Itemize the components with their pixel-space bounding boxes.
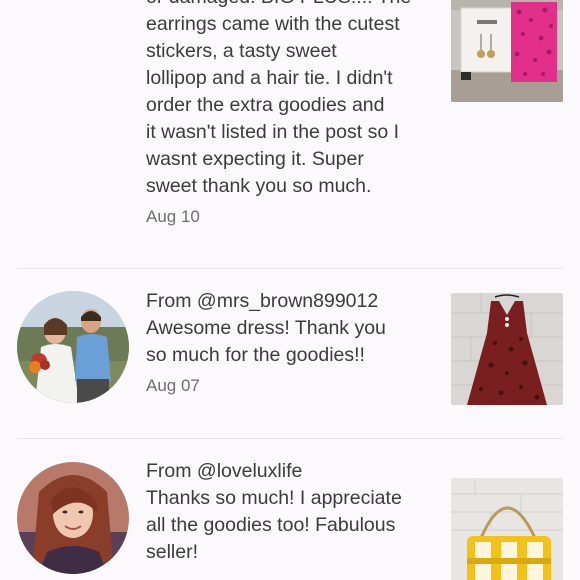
review-content: From @loveluxlife Thanks so much! I appr…	[146, 458, 431, 566]
review-product-thumbnail[interactable]	[451, 0, 563, 102]
review-text-line: wasnt expecting it. Super	[146, 148, 364, 170]
review-text-line: order the extra goodies and	[146, 94, 385, 116]
review-text-line: Awesome dress! Thank you	[146, 317, 386, 339]
divider	[17, 438, 563, 439]
review-product-thumbnail[interactable]	[451, 478, 563, 580]
review-text: Thanks so much! I appreciate all the goo…	[146, 485, 431, 566]
review-text-line: all the goodies too! Fabulous	[146, 514, 396, 536]
earrings-box-image	[451, 0, 563, 102]
review-text-line: stickers, a tasty sweet	[146, 40, 337, 62]
review-text-line: or damaged. BIG PLUS!!!! The	[146, 0, 431, 11]
review-author[interactable]: From @loveluxlife	[146, 458, 431, 485]
review-text: or damaged. BIG PLUS!!!! The earrings ca…	[146, 0, 431, 200]
review-text-line: so much for the goodies!!	[146, 344, 365, 366]
reviews-feed: or damaged. BIG PLUS!!!! The earrings ca…	[0, 0, 580, 580]
dress-image	[451, 293, 563, 405]
avatar-photo	[17, 291, 129, 403]
review-content: From @mrs_brown899012 Awesome dress! Tha…	[146, 288, 431, 396]
avatar[interactable]	[17, 462, 129, 574]
divider	[17, 268, 563, 269]
review-product-thumbnail[interactable]	[451, 293, 563, 405]
review-text-line: sweet thank you so much.	[146, 175, 372, 197]
review-author[interactable]: From @mrs_brown899012	[146, 288, 431, 315]
review-text-line: lollipop and a hair tie. I didn't	[146, 67, 393, 89]
review-date: Aug 10	[146, 207, 200, 226]
review-text-line: seller!	[146, 541, 199, 563]
review-text-line: earrings came with the cutest	[146, 13, 400, 35]
review-text-line: it wasn't listed in the post so I	[146, 121, 400, 143]
avatar[interactable]	[17, 291, 129, 403]
avatar-photo	[17, 462, 129, 574]
review-date: Aug 07	[146, 376, 200, 395]
bag-image	[451, 478, 563, 580]
review-text-line: Thanks so much! I appreciate	[146, 487, 402, 509]
review-content: or damaged. BIG PLUS!!!! The earrings ca…	[146, 0, 431, 227]
review-text: Awesome dress! Thank you so much for the…	[146, 315, 431, 369]
